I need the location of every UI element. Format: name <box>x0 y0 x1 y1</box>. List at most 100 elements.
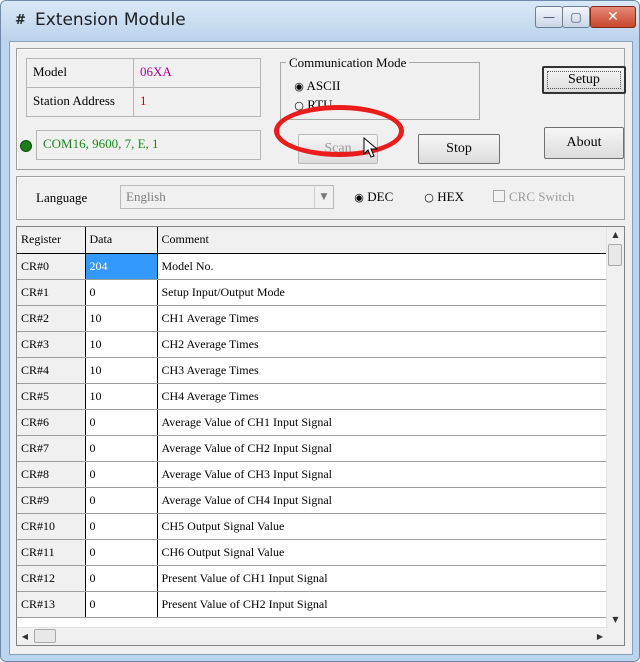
language-label: Language <box>36 190 88 205</box>
register-cell[interactable]: CR#0 <box>17 253 86 280</box>
comment-cell[interactable]: Present Value of CH1 Input Signal <box>157 565 609 592</box>
station-address-label: Station Address <box>26 87 134 117</box>
table-row[interactable]: CR#10 0 CH5 Output Signal Value <box>17 513 609 540</box>
comment-cell[interactable]: Present Value of CH2 Input Signal <box>157 591 609 618</box>
data-cell[interactable]: 10 <box>85 305 158 332</box>
register-table: Register Data Comment CR#0 204 Model No. C… <box>17 227 609 618</box>
table-row[interactable]: CR#11 0 CH6 Output Signal Value <box>17 539 609 566</box>
table-row[interactable]: CR#6 0 Average Value of CH1 Input Signal <box>17 409 609 436</box>
register-cell[interactable]: CR#4 <box>17 357 86 384</box>
comment-cell[interactable]: CH1 Average Times <box>157 305 609 332</box>
data-cell[interactable]: 0 <box>85 565 158 592</box>
comment-cell[interactable]: Average Value of CH1 Input Signal <box>157 409 609 436</box>
data-cell[interactable]: 10 <box>85 331 158 358</box>
dec-radio[interactable]: ◉ DEC <box>354 189 393 205</box>
minimize-button[interactable]: — <box>535 6 563 28</box>
table-row[interactable]: CR#8 0 Average Value of CH3 Input Signal <box>17 461 609 488</box>
column-header-comment[interactable]: Comment <box>157 227 609 254</box>
comment-cell[interactable]: CH5 Output Signal Value <box>157 513 609 540</box>
table-row[interactable]: CR#4 10 CH3 Average Times <box>17 357 609 384</box>
column-header-data[interactable]: Data <box>85 227 158 254</box>
hex-radio[interactable]: ○ HEX <box>424 189 464 205</box>
register-cell[interactable]: CR#12 <box>17 565 86 592</box>
register-cell[interactable]: CR#9 <box>17 487 86 514</box>
register-cell[interactable]: CR#3 <box>17 331 86 358</box>
crc-switch-checkbox[interactable]: CRC Switch <box>493 189 574 205</box>
table-header-row: Register Data Comment <box>17 227 609 254</box>
register-cell[interactable]: CR#10 <box>17 513 86 540</box>
close-button[interactable]: ✕ <box>590 6 636 28</box>
data-cell[interactable]: 0 <box>85 487 158 514</box>
comment-cell[interactable]: Average Value of CH3 Input Signal <box>157 461 609 488</box>
data-cell[interactable]: 10 <box>85 383 158 410</box>
data-cell[interactable]: 0 <box>85 279 158 306</box>
comment-cell[interactable]: Average Value of CH2 Input Signal <box>157 435 609 462</box>
register-cell[interactable]: CR#2 <box>17 305 86 332</box>
window-title: Extension Module <box>35 10 186 30</box>
table-row[interactable]: CR#12 0 Present Value of CH1 Input Signal <box>17 565 609 592</box>
stop-button[interactable]: Stop <box>418 134 500 164</box>
comment-cell[interactable]: CH6 Output Signal Value <box>157 539 609 566</box>
maximize-button[interactable]: ▢ <box>562 6 590 28</box>
table-row[interactable]: CR#1 0 Setup Input/Output Mode <box>17 279 609 306</box>
column-header-register[interactable]: Register <box>17 227 86 254</box>
about-button[interactable]: About <box>544 127 624 159</box>
horizontal-scrollbar[interactable]: ◀ ▶ <box>17 627 608 645</box>
client-area: Model 06XA Station Address 1 COM16, 9600… <box>9 41 633 655</box>
comment-cell[interactable]: Setup Input/Output Mode <box>157 279 609 306</box>
scroll-up-icon[interactable]: ▲ <box>607 227 624 243</box>
scroll-left-icon[interactable]: ◀ <box>17 628 33 645</box>
hash-network-icon: # <box>15 13 26 28</box>
register-cell[interactable]: CR#1 <box>17 279 86 306</box>
crc-switch-label: CRC Switch <box>509 189 575 204</box>
language-value: English <box>126 189 166 204</box>
language-select[interactable]: English ▼ <box>120 185 334 209</box>
radio-selected-icon: ◉ <box>354 191 364 204</box>
comment-cell[interactable]: CH2 Average Times <box>157 331 609 358</box>
checkbox-box <box>493 190 505 202</box>
data-cell[interactable]: 10 <box>85 357 158 384</box>
comment-cell[interactable]: Average Value of CH4 Input Signal <box>157 487 609 514</box>
radio-selected-icon: ◉ <box>294 80 304 93</box>
data-cell[interactable]: 0 <box>85 435 158 462</box>
communication-mode-title: Communication Mode <box>286 55 410 71</box>
comment-cell[interactable]: Model No. <box>157 253 609 280</box>
table-row[interactable]: CR#5 10 CH4 Average Times <box>17 383 609 410</box>
data-cell[interactable]: 204 <box>85 253 158 280</box>
vertical-scroll-thumb[interactable] <box>608 244 622 266</box>
vertical-scrollbar[interactable]: ▲ ▼ <box>606 227 624 628</box>
mouse-pointer-icon <box>363 137 379 158</box>
scroll-down-icon[interactable]: ▼ <box>607 612 624 628</box>
model-value: 06XA <box>133 58 261 88</box>
title-bar[interactable]: # Extension Module — ▢ ✕ <box>1 1 639 41</box>
register-cell[interactable]: CR#5 <box>17 383 86 410</box>
connection-settings: COM16, 9600, 7, E, 1 <box>36 130 261 160</box>
horizontal-scroll-thumb[interactable] <box>34 629 56 643</box>
data-cell[interactable]: 0 <box>85 513 158 540</box>
table-row[interactable]: CR#7 0 Average Value of CH2 Input Signal <box>17 435 609 462</box>
data-cell[interactable]: 0 <box>85 409 158 436</box>
scroll-right-icon[interactable]: ▶ <box>592 628 608 645</box>
highlight-circle <box>274 105 404 157</box>
table-row[interactable]: CR#3 10 CH2 Average Times <box>17 331 609 358</box>
register-cell[interactable]: CR#8 <box>17 461 86 488</box>
register-cell[interactable]: CR#7 <box>17 435 86 462</box>
register-cell[interactable]: CR#11 <box>17 539 86 566</box>
comment-cell[interactable]: CH4 Average Times <box>157 383 609 410</box>
data-cell[interactable]: 0 <box>85 461 158 488</box>
comment-cell[interactable]: CH3 Average Times <box>157 357 609 384</box>
table-row[interactable]: CR#9 0 Average Value of CH4 Input Signal <box>17 487 609 514</box>
chevron-down-icon[interactable]: ▼ <box>314 186 333 208</box>
data-cell[interactable]: 0 <box>85 591 158 618</box>
model-label: Model <box>26 58 134 88</box>
data-cell[interactable]: 0 <box>85 539 158 566</box>
table-row[interactable]: CR#2 10 CH1 Average Times <box>17 305 609 332</box>
setup-button[interactable]: Setup <box>542 66 626 94</box>
ascii-radio[interactable]: ◉ ASCII <box>294 78 340 94</box>
table-row[interactable]: CR#0 204 Model No. <box>17 253 609 280</box>
register-grid[interactable]: Register Data Comment CR#0 204 Model No. C… <box>16 226 625 646</box>
register-cell[interactable]: CR#13 <box>17 591 86 618</box>
register-cell[interactable]: CR#6 <box>17 409 86 436</box>
table-row[interactable]: CR#13 0 Present Value of CH2 Input Signal <box>17 591 609 618</box>
dec-radio-label: DEC <box>367 189 394 204</box>
